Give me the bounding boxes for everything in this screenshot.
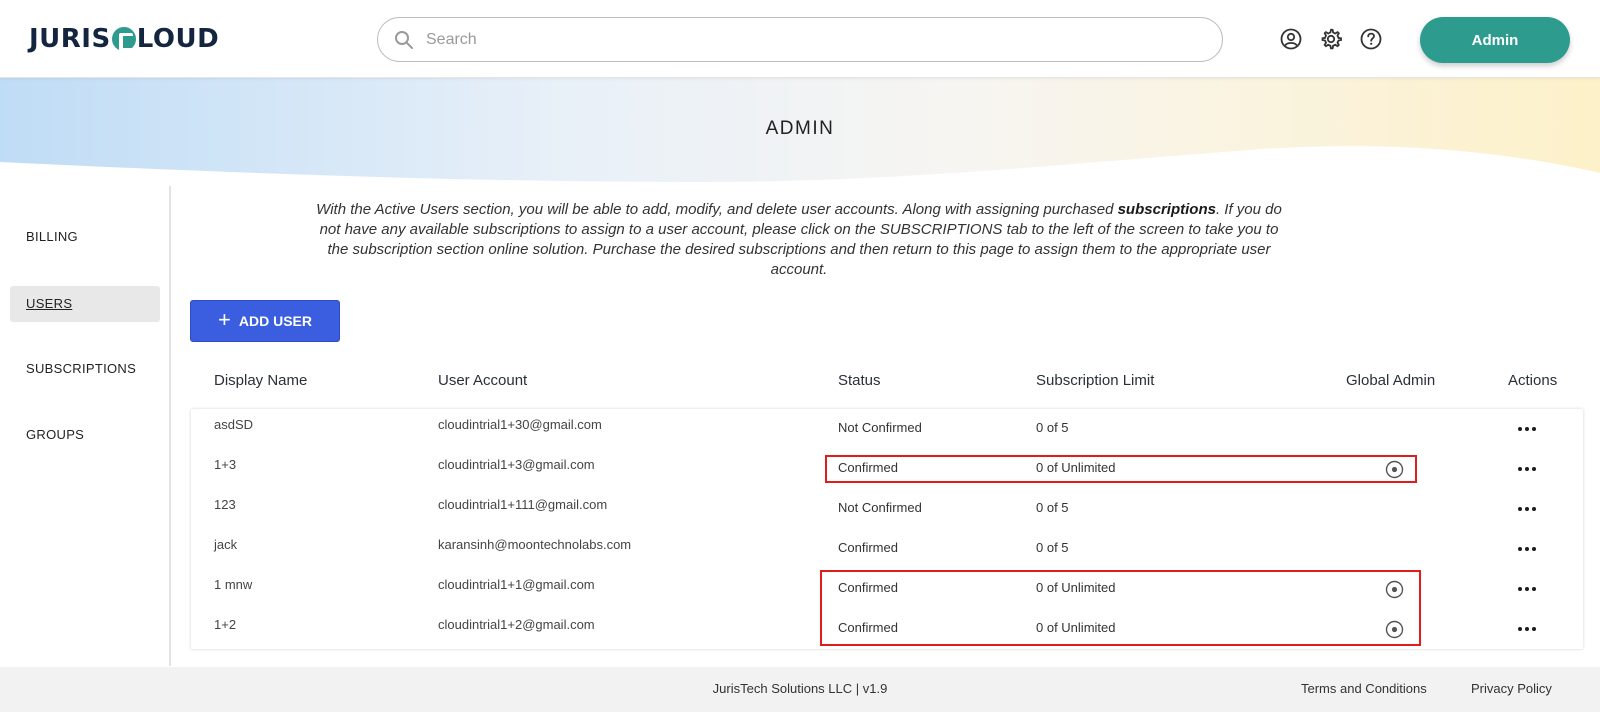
sidebar-item-subscriptions[interactable]: SUBSCRIPTIONS <box>10 351 160 387</box>
user-display-name: asdSD <box>214 417 254 432</box>
column-header-actions: Actions <box>1508 372 1558 389</box>
column-header-status: Status <box>838 372 881 389</box>
column-header-subscription-limit: Subscription Limit <box>1036 372 1155 389</box>
user-status: Confirmed <box>838 540 898 555</box>
sidebar-item-groups[interactable]: GROUPS <box>10 417 160 453</box>
user-display-name: jack <box>214 537 238 552</box>
row-actions-menu-icon[interactable] <box>1516 500 1538 518</box>
logo-text-left: JURIS <box>29 24 111 54</box>
column-header-display-name: Display Name <box>214 372 308 389</box>
admin-button[interactable]: Admin <box>1420 17 1570 63</box>
subscription-limit: 0 of 5 <box>1036 540 1069 555</box>
sidebar: BILLING USERS SUBSCRIPTIONS GROUPS <box>0 186 171 666</box>
user-status: Not Confirmed <box>838 420 922 435</box>
highlight-box-rows-5-6 <box>820 570 1421 646</box>
sidebar-item-billing[interactable]: BILLING <box>10 219 160 255</box>
row-actions-menu-icon[interactable] <box>1516 580 1538 598</box>
add-user-label: ADD USER <box>238 313 312 329</box>
search-icon <box>395 30 413 49</box>
terms-link[interactable]: Terms and Conditions <box>1301 681 1427 696</box>
logo-text-right: LOUD <box>136 24 220 54</box>
user-display-name: 1+2 <box>214 617 237 632</box>
gear-icon[interactable] <box>1320 28 1342 50</box>
user-account-email: cloudintrial1+3@gmail.com <box>438 457 595 472</box>
row-actions-menu-icon[interactable] <box>1516 460 1538 478</box>
column-header-global-admin: Global Admin <box>1346 372 1436 389</box>
row-actions-menu-icon[interactable] <box>1516 620 1538 638</box>
user-circle-icon[interactable] <box>1280 28 1302 50</box>
user-account-email: cloudintrial1+111@gmail.com <box>438 497 608 512</box>
intro-part-1: With the Active Users section, you will … <box>316 201 1118 218</box>
sidebar-item-users[interactable]: USERS <box>10 286 160 322</box>
help-circle-icon[interactable] <box>1360 28 1382 50</box>
users-intro-text: With the Active Users section, you will … <box>310 200 1288 280</box>
user-account-email: cloudintrial1+30@gmail.com <box>438 417 602 432</box>
intro-bold: subscriptions <box>1117 201 1216 218</box>
user-display-name: 1+3 <box>214 457 237 472</box>
search-input[interactable] <box>426 30 1186 49</box>
page-title: ADMIN <box>765 118 835 139</box>
user-account-email: karansinh@moontechnolabs.com <box>438 537 632 552</box>
subscription-limit: 0 of 5 <box>1036 500 1069 515</box>
page-footer: JurisTech Solutions LLC | v1.9 Terms and… <box>0 667 1600 712</box>
plus-icon: + <box>218 307 231 332</box>
juriscloud-logo[interactable]: JURIS LOUD <box>29 24 220 54</box>
top-header: JURIS LOUD Admin <box>0 0 1600 78</box>
search-bar[interactable] <box>377 17 1223 62</box>
subscription-limit: 0 of 5 <box>1036 420 1069 435</box>
table-row[interactable]: jack karansinh@moontechnolabs.com Confir… <box>191 529 1583 569</box>
table-row[interactable]: asdSD cloudintrial1+30@gmail.com Not Con… <box>191 409 1583 449</box>
row-actions-menu-icon[interactable] <box>1516 420 1538 438</box>
add-user-button[interactable]: + ADD USER <box>190 300 340 342</box>
user-display-name: 1 mnw <box>214 577 253 592</box>
row-actions-menu-icon[interactable] <box>1516 540 1538 558</box>
user-status: Not Confirmed <box>838 500 922 515</box>
highlight-box-row-2 <box>825 455 1417 483</box>
user-account-email: cloudintrial1+1@gmail.com <box>438 577 595 592</box>
user-display-name: 123 <box>214 497 236 512</box>
privacy-link[interactable]: Privacy Policy <box>1471 681 1552 696</box>
column-header-user-account: User Account <box>438 372 528 389</box>
table-row[interactable]: 123 cloudintrial1+111@gmail.com Not Conf… <box>191 489 1583 529</box>
user-account-email: cloudintrial1+2@gmail.com <box>438 617 595 632</box>
logo-mark-icon <box>111 27 136 51</box>
